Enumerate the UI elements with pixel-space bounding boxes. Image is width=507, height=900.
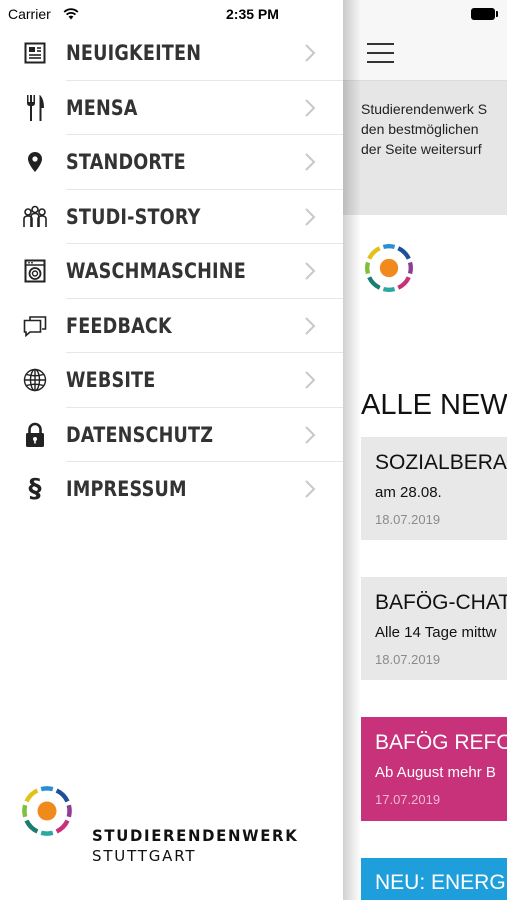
menu-list: NEUIGKEITEN MENSA STANDORTE STUDI-STORY <box>0 26 343 517</box>
speech-bubble-icon <box>22 312 48 340</box>
logo-ring-icon <box>361 240 417 301</box>
menu-item-website[interactable]: WEBSITE <box>0 353 343 408</box>
menu-item-datenschutz[interactable]: DATENSCHUTZ <box>0 408 343 462</box>
news-card[interactable]: NEU: ENERG KAFFEE <box>361 858 507 900</box>
chevron-right-icon <box>304 207 316 232</box>
menu-label: STANDORTE <box>66 150 186 174</box>
menu-item-impressum[interactable]: § IMPRESSUM <box>0 462 343 517</box>
menu-item-studi-story[interactable]: STUDI-STORY <box>0 190 343 244</box>
menu-label: FEEDBACK <box>66 313 172 338</box>
news-subtitle: am 28.08. <box>375 484 442 501</box>
brand-city: STUTTGART <box>92 847 197 865</box>
chevron-right-icon <box>304 43 316 68</box>
news-title: NEU: ENERG KAFFEE <box>375 871 506 900</box>
side-drawer: NEUIGKEITEN MENSA STANDORTE STUDI-STORY <box>0 0 343 900</box>
chevron-right-icon <box>304 479 316 504</box>
news-card[interactable]: BAFÖG REFO Ab August mehr B 17.07.2019 <box>361 717 507 821</box>
menu-label: WASCHMASCHINE <box>66 259 246 283</box>
chevron-right-icon <box>304 98 316 123</box>
newspaper-icon <box>22 39 48 67</box>
wifi-icon <box>63 7 79 25</box>
news-subtitle: Ab August mehr B <box>375 764 496 781</box>
status-bar: Carrier 2:35 PM <box>0 0 507 26</box>
menu-item-neuigkeiten[interactable]: NEUIGKEITEN <box>0 26 343 81</box>
carrier-label: Carrier <box>8 6 51 22</box>
chevron-right-icon <box>304 152 316 177</box>
battery-icon <box>471 8 498 20</box>
menu-label: STUDI-STORY <box>66 204 201 229</box>
chevron-right-icon <box>304 370 316 395</box>
hamburger-menu-icon[interactable] <box>367 43 394 63</box>
menu-label: NEUIGKEITEN <box>66 41 202 65</box>
news-date: 18.07.2019 <box>375 512 441 527</box>
menu-item-waschmaschine[interactable]: WASCHMASCHINE <box>0 244 343 299</box>
lock-icon <box>22 421 48 449</box>
clock: 2:35 PM <box>226 6 279 22</box>
news-title: SOZIALBERA <box>375 451 507 474</box>
location-pin-icon <box>22 148 48 176</box>
paragraph-icon: § <box>28 474 42 504</box>
globe-icon <box>22 366 48 394</box>
menu-item-feedback[interactable]: FEEDBACK <box>0 299 343 353</box>
news-date: 18.07.2019 <box>375 652 441 667</box>
drawer-shadow <box>343 0 361 900</box>
news-card[interactable]: SOZIALBERA am 28.08. 18.07.2019 <box>361 437 507 540</box>
main-content: Studierendenwerk S den bestmöglichen der… <box>343 0 507 900</box>
menu-item-standorte[interactable]: STANDORTE <box>0 135 343 190</box>
chevron-right-icon <box>304 316 316 341</box>
logo-ring-icon <box>22 786 72 836</box>
people-icon <box>22 203 48 231</box>
cookie-text: Studierendenwerk S den bestmöglichen der… <box>361 101 488 157</box>
washing-machine-icon <box>22 257 48 285</box>
menu-item-mensa[interactable]: MENSA <box>0 81 343 135</box>
menu-label: IMPRESSUM <box>66 477 187 501</box>
news-title: BAFÖG-CHAT <box>375 591 507 614</box>
news-subtitle: Alle 14 Tage mittw <box>375 624 497 641</box>
menu-label: WEBSITE <box>66 368 156 392</box>
news-card[interactable]: BAFÖG-CHAT Alle 14 Tage mittw 18.07.2019 <box>361 577 507 680</box>
menu-label: DATENSCHUTZ <box>66 422 214 447</box>
menu-label: MENSA <box>66 95 138 120</box>
chevron-right-icon <box>304 425 316 450</box>
cookie-notice: Studierendenwerk S den bestmöglichen der… <box>343 81 507 215</box>
brand-logo: STUDIERENDENWERK STUTTGART <box>18 782 318 872</box>
brand-name: STUDIERENDENWERK <box>92 826 299 845</box>
section-title: ALLE NEW <box>361 389 507 421</box>
fork-knife-icon <box>22 94 48 122</box>
news-date: 17.07.2019 <box>375 792 441 807</box>
news-title: BAFÖG REFO <box>375 731 507 754</box>
chevron-right-icon <box>304 261 316 286</box>
